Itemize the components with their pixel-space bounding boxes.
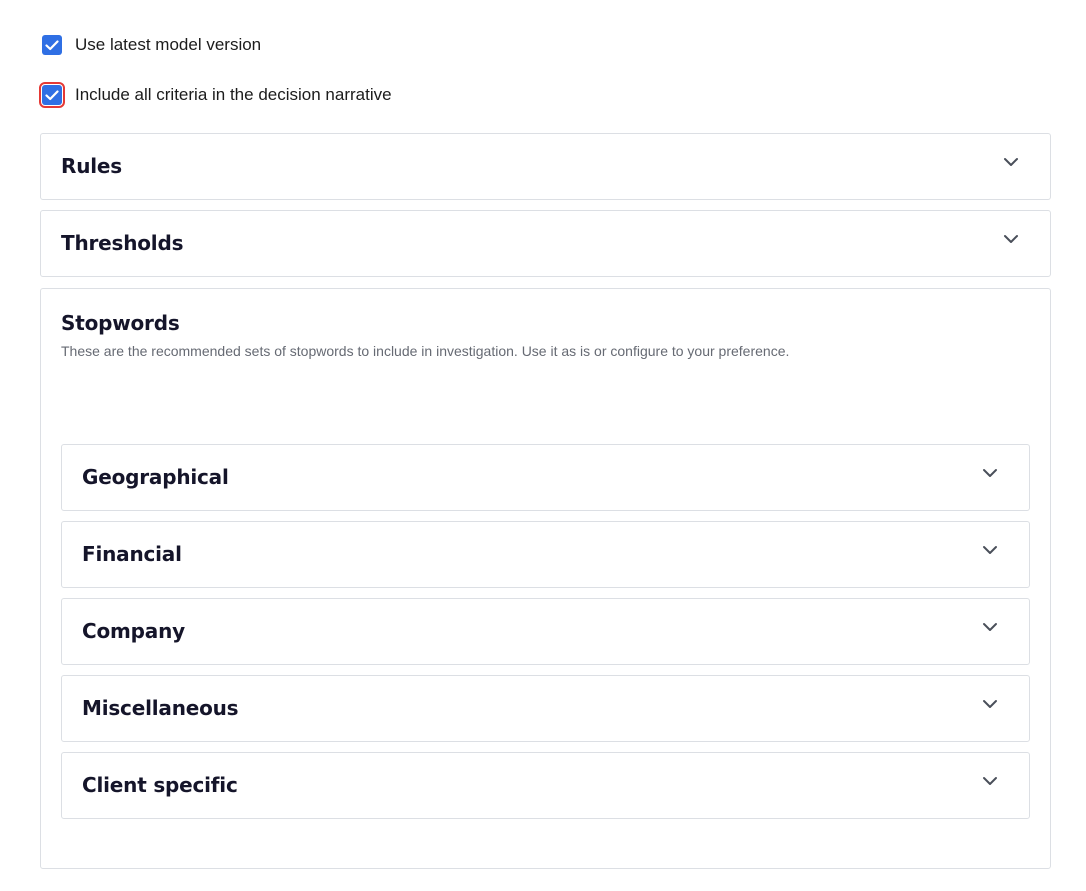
miscellaneous-accordion-header[interactable]: Miscellaneous — [62, 676, 1029, 740]
geographical-accordion: Geographical — [61, 444, 1030, 511]
chevron-down-icon[interactable] — [1002, 155, 1020, 169]
client-specific-accordion-header[interactable]: Client specific — [62, 753, 1029, 817]
checkmark-icon — [45, 89, 59, 100]
thresholds-accordion-header[interactable]: Thresholds — [41, 211, 1050, 275]
financial-accordion: Financial — [61, 521, 1030, 588]
chevron-down-icon[interactable] — [981, 543, 999, 557]
financial-title: Financial — [82, 542, 182, 566]
include-all-criteria-label[interactable]: Include all criteria in the decision nar… — [75, 85, 392, 105]
company-title: Company — [82, 619, 185, 643]
company-accordion-header[interactable]: Company — [62, 599, 1029, 663]
rules-title: Rules — [61, 154, 122, 178]
chevron-down-icon[interactable] — [1002, 232, 1020, 246]
thresholds-title: Thresholds — [61, 231, 184, 255]
use-latest-model-label[interactable]: Use latest model version — [75, 35, 261, 55]
client-specific-accordion: Client specific — [61, 752, 1030, 819]
chevron-down-icon[interactable] — [981, 466, 999, 480]
financial-accordion-header[interactable]: Financial — [62, 522, 1029, 586]
checkmark-icon — [45, 39, 59, 50]
rules-accordion-header[interactable]: Rules — [41, 134, 1050, 198]
chevron-down-icon[interactable] — [981, 774, 999, 788]
use-latest-model-option[interactable]: Use latest model version — [42, 34, 261, 56]
include-all-criteria-option[interactable]: Include all criteria in the decision nar… — [39, 82, 392, 108]
miscellaneous-title: Miscellaneous — [82, 696, 239, 720]
thresholds-accordion: Thresholds — [40, 210, 1051, 277]
chevron-down-icon[interactable] — [981, 620, 999, 634]
stopwords-section: Stopwords These are the recommended sets… — [40, 288, 1051, 869]
geographical-title: Geographical — [82, 465, 229, 489]
company-accordion: Company — [61, 598, 1030, 665]
miscellaneous-accordion: Miscellaneous — [61, 675, 1030, 742]
include-all-criteria-checkbox[interactable] — [39, 82, 65, 108]
geographical-accordion-header[interactable]: Geographical — [62, 445, 1029, 509]
stopwords-title: Stopwords — [61, 311, 180, 335]
stopwords-description: These are the recommended sets of stopwo… — [61, 343, 790, 359]
rules-accordion: Rules — [40, 133, 1051, 200]
chevron-down-icon[interactable] — [981, 697, 999, 711]
use-latest-model-checkbox[interactable] — [42, 35, 62, 55]
client-specific-title: Client specific — [82, 773, 238, 797]
